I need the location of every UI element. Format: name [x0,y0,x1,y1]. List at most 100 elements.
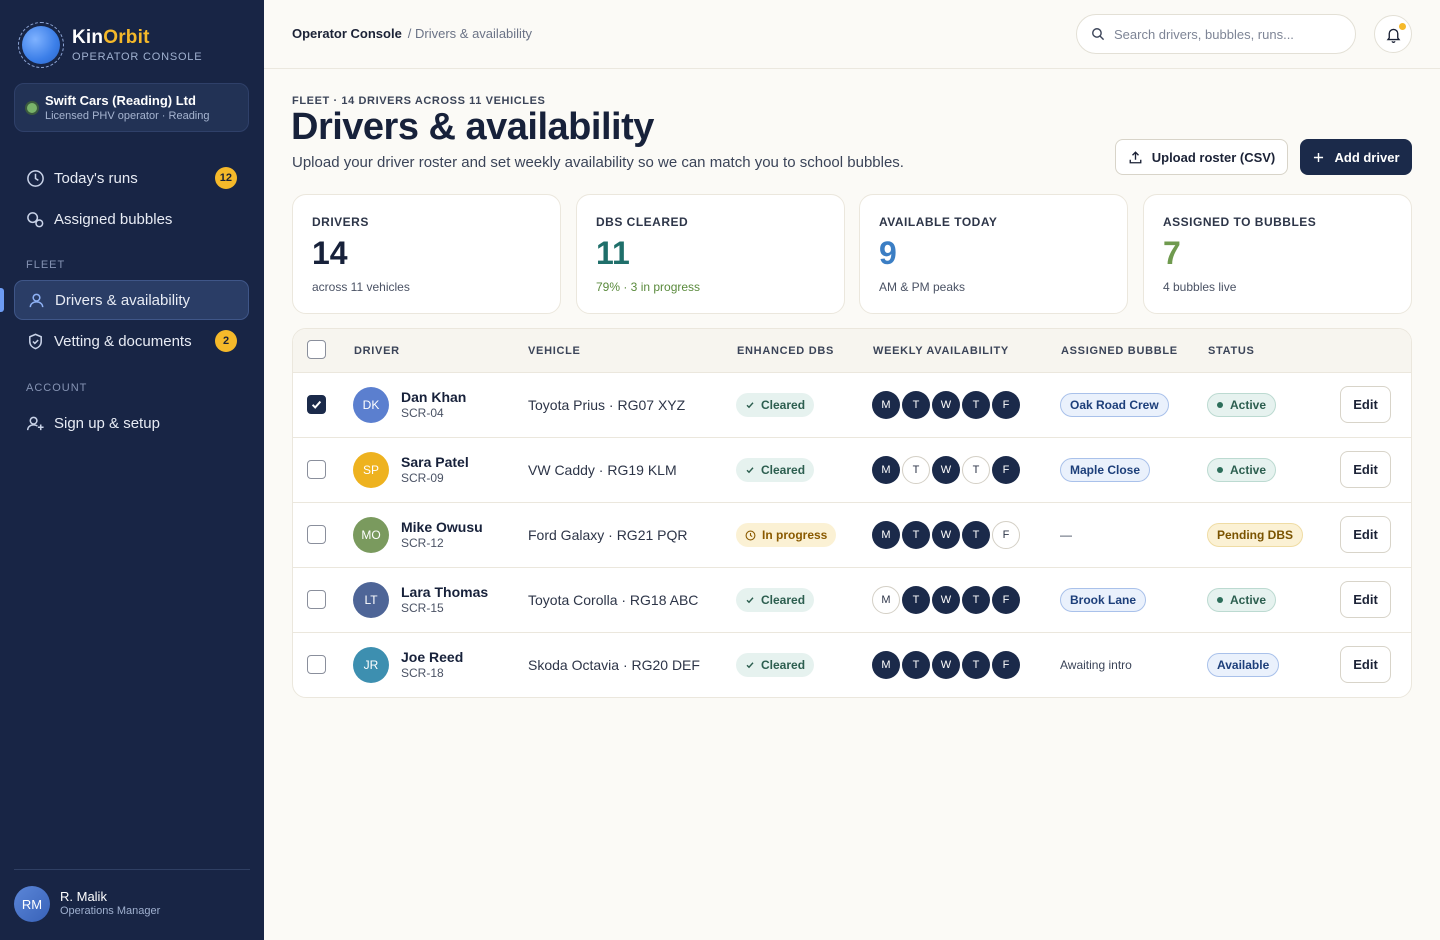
dbs-badge: Cleared [736,393,815,417]
select-all-checkbox[interactable] [307,340,326,359]
edit-button[interactable]: Edit [1340,451,1391,488]
table-row[interactable]: SP Sara Patel SCR-09 VW Caddy · RG19 KLM Cle… [293,438,1411,503]
availability-day[interactable]: F [992,586,1020,614]
dbs-badge: Cleared [736,458,815,482]
availability-day[interactable]: M [872,391,900,419]
org-switcher[interactable]: Swift Cars (Reading) Ltd Licensed PHV op… [14,83,249,132]
stat-card-drivers: DRIVERS 14 across 11 vehicles [292,194,561,314]
row-checkbox[interactable] [307,460,326,479]
availability-day[interactable]: T [962,456,990,484]
sidebar: KinOrbit OPERATOR CONSOLE Swift Cars (Re… [0,0,264,940]
brand[interactable]: KinOrbit OPERATOR CONSOLE [18,22,202,68]
availability-day[interactable]: T [902,521,930,549]
availability-day[interactable]: W [932,651,960,679]
row-checkbox[interactable] [307,395,326,414]
vehicle: Ford Galaxy · RG21 PQR [528,527,688,543]
nav-vetting-documents[interactable]: Vetting & documents 2 [14,321,249,361]
nav-section-fleet: FLEET [26,259,66,271]
availability-day[interactable]: F [992,456,1020,484]
stat-note: AM & PM peaks [879,280,966,294]
driver-name[interactable]: Lara Thomas [401,584,488,600]
nav-drivers-availability[interactable]: Drivers & availability [14,280,249,320]
column-header-dbs[interactable]: ENHANCED DBS [737,345,834,357]
table-row[interactable]: DK Dan Khan SCR-04 Toyota Prius · RG07 XYZ C… [293,373,1411,438]
driver-name[interactable]: Joe Reed [401,649,463,665]
table-header: DRIVER VEHICLE ENHANCED DBS WEEKLY AVAIL… [293,329,1411,373]
driver-name[interactable]: Sara Patel [401,454,469,470]
availability-day[interactable]: T [902,651,930,679]
clock-icon [745,530,756,541]
avatar: RM [14,886,50,922]
nav-assigned-bubbles[interactable]: Assigned bubbles [14,199,249,239]
avatar: DK [353,387,389,423]
availability-day[interactable]: T [902,456,930,484]
stat-note: 4 bubbles live [1163,280,1237,294]
bubble-text: — [1060,528,1072,542]
table-row[interactable]: JR Joe Reed SCR-18 Skoda Octavia · RG20 DEF… [293,633,1411,697]
page-title: Drivers & availability [291,106,654,148]
availability-day[interactable]: M [872,456,900,484]
edit-button[interactable]: Edit [1340,386,1391,423]
availability-day[interactable]: T [902,586,930,614]
search-box[interactable] [1076,14,1356,54]
weekly-availability: MTWTF [872,521,1022,549]
user-profile[interactable]: RM R. Malik Operations Manager [14,869,250,922]
vehicle: Toyota Prius · RG07 XYZ [528,397,686,413]
bubble-chip[interactable]: Maple Close [1060,458,1151,482]
nav-todays-runs[interactable]: Today's runs 12 [14,158,249,198]
row-checkbox[interactable] [307,655,326,674]
bubble-chip[interactable]: Oak Road Crew [1060,393,1169,417]
bubble-chip[interactable]: Brook Lane [1060,588,1147,612]
column-header-availability[interactable]: WEEKLY AVAILABILITY [873,345,1009,357]
availability-day[interactable]: W [932,391,960,419]
edit-button[interactable]: Edit [1340,646,1391,683]
notifications-button[interactable] [1374,15,1412,53]
availability-day[interactable]: T [962,586,990,614]
table-row[interactable]: MO Mike Owusu SCR-12 Ford Galaxy · RG21 PQR… [293,503,1411,568]
availability-day[interactable]: F [992,651,1020,679]
edit-button[interactable]: Edit [1340,581,1391,618]
brand-subtitle: OPERATOR CONSOLE [72,51,203,63]
stat-value: 9 [879,235,897,271]
org-subtitle: Licensed PHV operator · Reading [45,110,210,122]
add-driver-button[interactable]: Add driver [1300,139,1412,175]
dbs-label: In progress [762,528,828,542]
availability-day[interactable]: W [932,456,960,484]
availability-day[interactable]: F [992,391,1020,419]
availability-day[interactable]: T [962,651,990,679]
search-input[interactable] [1114,26,1334,42]
availability-day[interactable]: M [872,521,900,549]
edit-button[interactable]: Edit [1340,516,1391,553]
column-header-status[interactable]: STATUS [1208,345,1255,357]
column-header-driver[interactable]: DRIVER [354,345,400,357]
stat-value: 11 [596,235,630,271]
stat-value: 7 [1163,235,1181,271]
table-row[interactable]: LT Lara Thomas SCR-15 Toyota Corolla · RG18… [293,568,1411,633]
nav-label: Assigned bubbles [54,210,173,228]
breadcrumb-root[interactable]: Operator Console [292,26,402,41]
stat-card-available-today: AVAILABLE TODAY 9 AM & PM peaks [859,194,1128,314]
upload-roster-button[interactable]: Upload roster (CSV) [1115,139,1288,175]
status-badge: Pending DBS [1207,523,1304,547]
availability-day[interactable]: T [962,391,990,419]
driver-name[interactable]: Dan Khan [401,389,466,405]
availability-day[interactable]: F [992,521,1020,549]
column-header-bubble[interactable]: ASSIGNED BUBBLE [1061,345,1178,357]
row-checkbox[interactable] [307,590,326,609]
breadcrumb: Operator Console / Drivers & availabilit… [292,26,532,41]
availability-day[interactable]: T [902,391,930,419]
row-checkbox[interactable] [307,525,326,544]
driver-name[interactable]: Mike Owusu [401,519,483,535]
availability-day[interactable]: M [872,586,900,614]
org-status-dot [27,103,37,113]
vehicle: Toyota Corolla · RG18 ABC [528,592,699,608]
nav-sign-up-setup[interactable]: Sign up & setup [14,403,249,443]
logo-icon [18,22,64,68]
availability-day[interactable]: T [962,521,990,549]
bubble-text: Awaiting intro [1060,658,1132,672]
availability-day[interactable]: M [872,651,900,679]
column-header-vehicle[interactable]: VEHICLE [528,345,581,357]
availability-day[interactable]: W [932,586,960,614]
availability-day[interactable]: W [932,521,960,549]
dbs-label: Cleared [761,593,806,607]
